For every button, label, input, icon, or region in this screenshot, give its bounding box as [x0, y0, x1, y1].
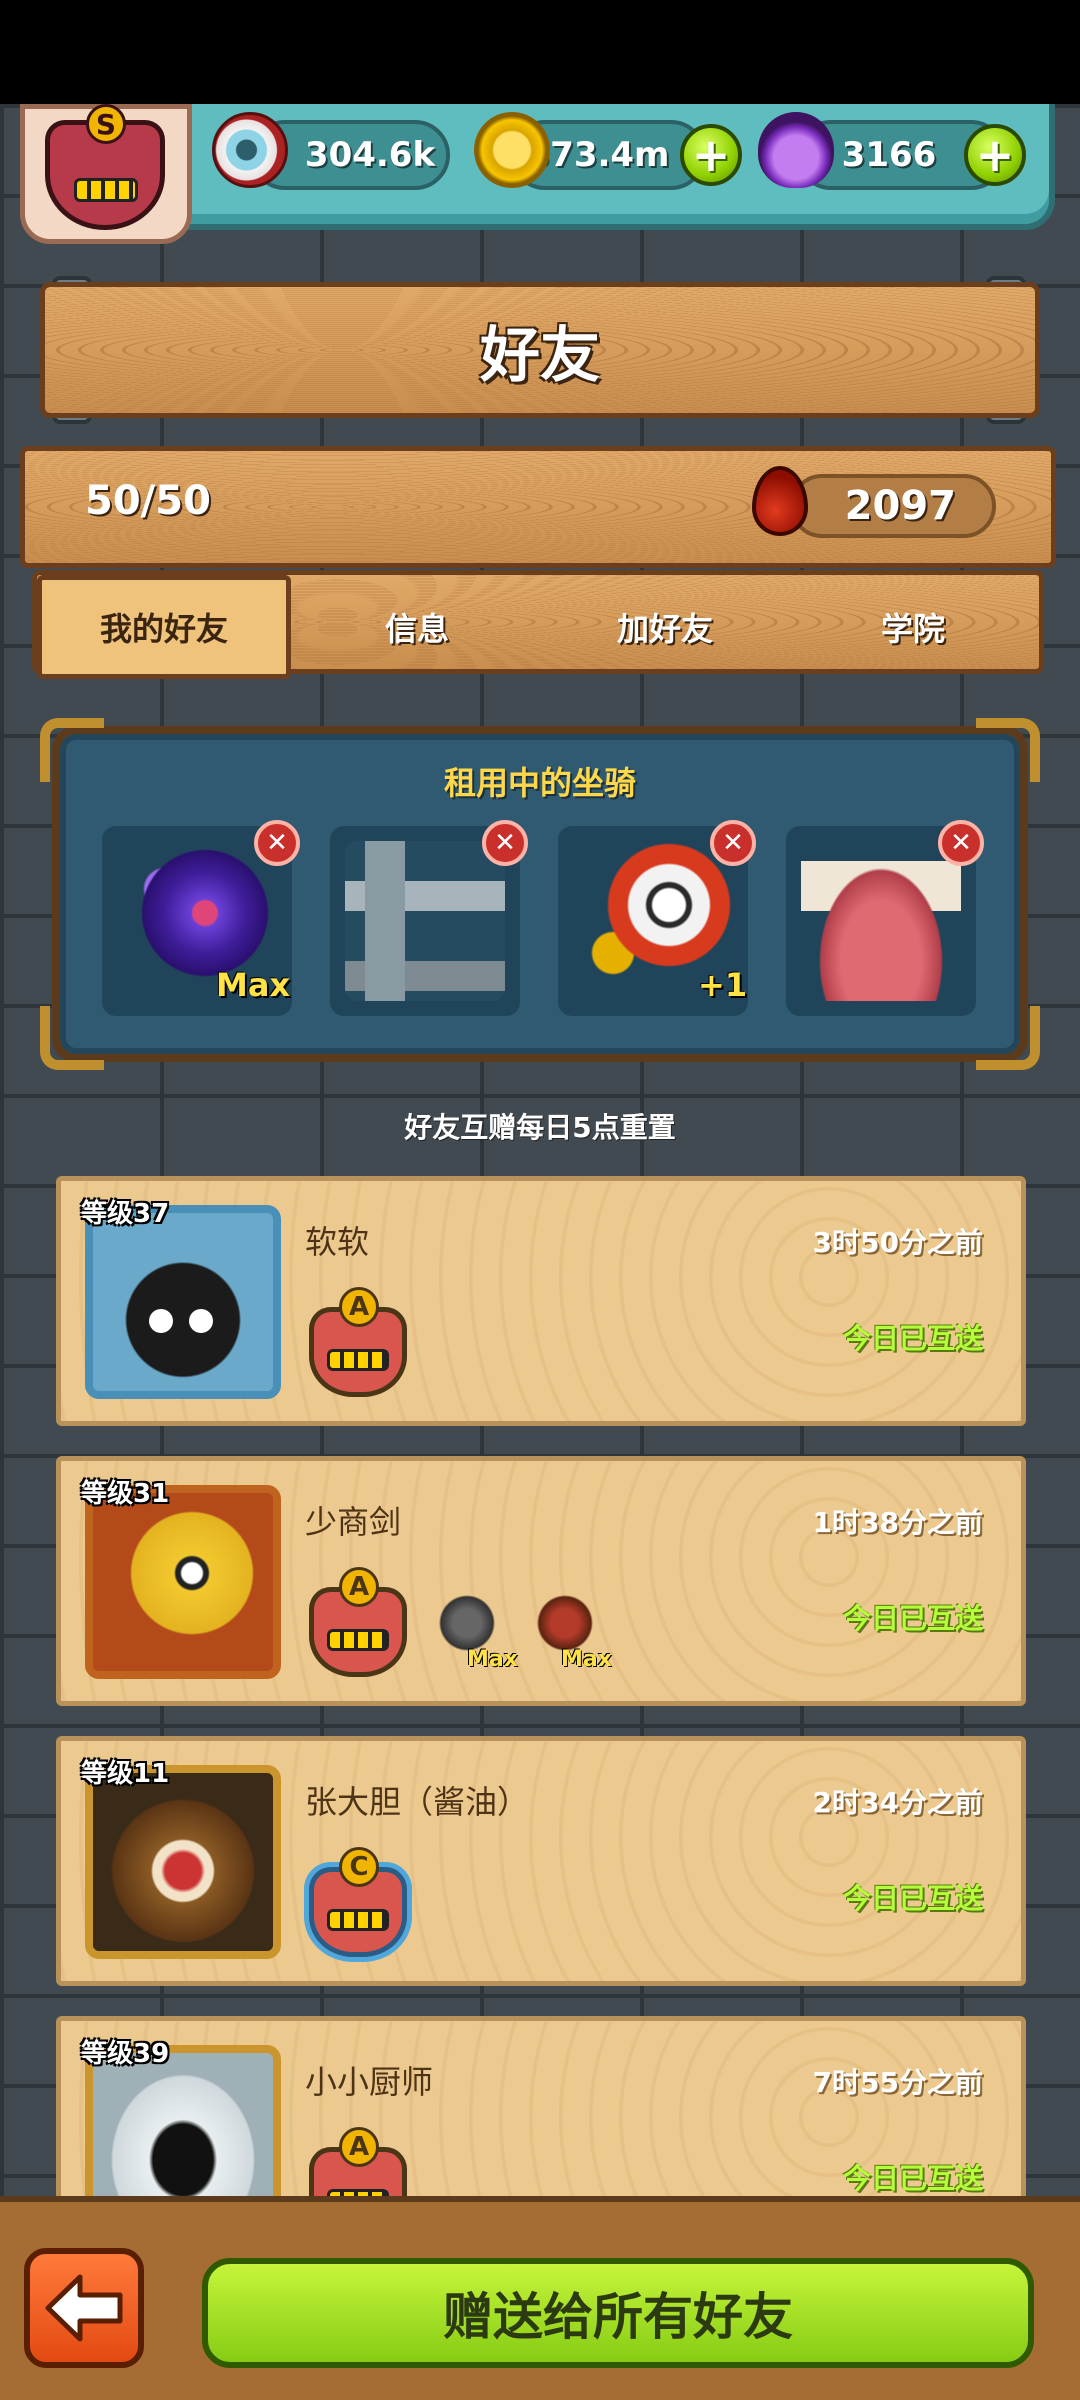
coin-icon: [474, 112, 550, 188]
friend-gift-status: 今日已互送: [842, 1322, 983, 1355]
blood-value: 2097: [844, 483, 956, 529]
give-to-all-friends-button[interactable]: 赠送给所有好友: [202, 2258, 1034, 2368]
moose-mount-icon: [533, 1591, 597, 1655]
remove-mount-3-button[interactable]: ✕: [710, 820, 756, 866]
add-potions-button[interactable]: +: [964, 124, 1026, 186]
remove-mount-1-button[interactable]: ✕: [254, 820, 300, 866]
friend-name: 少商剑: [305, 1503, 402, 1541]
friend-card[interactable]: 等级11 张大胆（酱油） 2时34分之前 今日已互送 C: [56, 1736, 1026, 1986]
panel-corner-bottom-right: [976, 1006, 1040, 1070]
friend-name: 软软: [305, 1223, 370, 1261]
remove-mount-4-button[interactable]: ✕: [938, 820, 984, 866]
friend-gift-status: 今日已互送: [842, 1602, 983, 1635]
rank-teeth-decoration: [327, 1349, 389, 1371]
rank-teeth-decoration: [327, 1909, 389, 1931]
mount-max-tag: Max: [216, 966, 291, 1004]
friend-level: 等级37: [81, 1199, 170, 1229]
friend-last-online: 2时34分之前: [812, 1786, 983, 1819]
tab-add-friend[interactable]: 加好友: [543, 575, 787, 679]
friend-rank-badge: C: [305, 1847, 411, 1957]
friend-count: 50/50: [85, 478, 211, 524]
tab-academy[interactable]: 学院: [791, 575, 1035, 679]
rank-letter: C: [339, 1847, 379, 1887]
friend-avatar[interactable]: [85, 1485, 281, 1679]
mount-plus-tag: +1: [698, 966, 748, 1004]
friend-name: 张大胆（酱油）: [305, 1783, 530, 1821]
potion-icon: [758, 112, 834, 188]
rank-teeth-decoration: [327, 1629, 389, 1651]
friend-card[interactable]: 等级37 软软 3时50分之前 今日已互送 A: [56, 1176, 1026, 1426]
back-arrow-icon: [45, 2274, 123, 2342]
pipe-machine-mount-icon: [345, 841, 505, 1001]
add-coins-button[interactable]: +: [680, 124, 742, 186]
player-rank-badge: S: [86, 104, 126, 144]
friend-name: 小小厨师: [305, 2063, 434, 2101]
blood-counter: 2097: [790, 474, 996, 538]
friend-level: 等级39: [81, 2039, 170, 2069]
mount-max-tag: Max: [561, 1647, 612, 1672]
friend-level: 等级11: [81, 1759, 170, 1789]
mount-max-tag: Max: [467, 1647, 518, 1672]
friend-last-online: 3时50分之前: [812, 1226, 983, 1259]
potion-resource-value: 3166: [841, 135, 937, 175]
tentacle-ship-mount-icon: [801, 841, 961, 1001]
wolf-mount-icon: [435, 1591, 499, 1655]
rank-letter: A: [339, 1287, 379, 1327]
friend-level: 等级31: [81, 1479, 170, 1509]
tab-messages[interactable]: 信息: [295, 575, 539, 679]
friend-avatar[interactable]: [85, 1205, 281, 1399]
tab-my-friends[interactable]: 我的好友: [37, 575, 291, 679]
daily-reset-note: 好友互赠每日5点重置: [404, 1111, 676, 1144]
friend-card[interactable]: 等级31 少商剑 1时38分之前 今日已互送 A Max Max: [56, 1456, 1026, 1706]
eye-icon: [212, 112, 288, 188]
rank-letter: A: [339, 1567, 379, 1607]
friend-last-online: 7时55分之前: [812, 2066, 983, 2099]
friend-rank-badge: A: [305, 1287, 411, 1397]
back-button[interactable]: [24, 2248, 144, 2368]
avatar-teeth-decoration: [74, 178, 138, 202]
rank-letter: A: [339, 2127, 379, 2167]
status-bar: [0, 0, 1080, 104]
friend-last-online: 1时38分之前: [812, 1506, 983, 1539]
friend-gift-status: 今日已互送: [842, 1882, 983, 1915]
remove-mount-2-button[interactable]: ✕: [482, 820, 528, 866]
friend-gift-status: 今日已互送: [842, 2162, 983, 2195]
eyeball-resource-value: 304.6k: [304, 135, 436, 175]
rented-mounts-title: 租用中的坐骑: [443, 764, 636, 802]
panel-corner-bottom-left: [40, 1006, 104, 1070]
page-title: 好友: [480, 320, 600, 391]
friend-avatar[interactable]: [85, 1765, 281, 1959]
tab-bar: 我的好友 信息 加好友 学院: [32, 570, 1044, 679]
friend-rank-badge: A: [305, 1567, 411, 1677]
